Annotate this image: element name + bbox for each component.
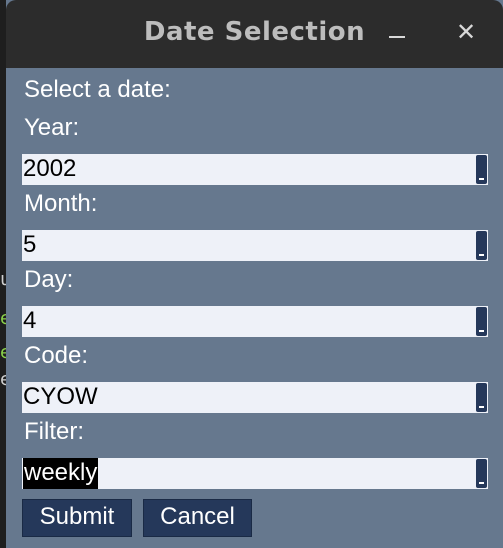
day-spinbox[interactable]: 4 (22, 306, 488, 337)
date-selection-dialog: Date Selection ✕ Select a date: Year: 20… (6, 0, 503, 548)
month-spinbox[interactable]: 5 (22, 230, 488, 261)
year-spin-button[interactable] (476, 155, 487, 184)
window-title: Date Selection (143, 17, 366, 47)
cancel-button[interactable]: Cancel (143, 499, 252, 537)
year-value[interactable]: 2002 (23, 154, 76, 185)
filter-label: Filter: (24, 418, 84, 445)
month-value[interactable]: 5 (23, 230, 36, 261)
filter-value[interactable]: weekly (23, 458, 99, 489)
close-button[interactable]: ✕ (454, 18, 478, 46)
spin-down-icon (479, 178, 484, 180)
code-label: Code: (24, 342, 89, 369)
year-label: Year: (24, 114, 80, 141)
code-spin-button[interactable] (476, 383, 487, 412)
spin-down-icon (479, 254, 484, 256)
spin-down-icon (479, 330, 484, 332)
title-bar[interactable]: Date Selection ✕ (6, 0, 503, 68)
submit-button[interactable]: Submit (22, 499, 132, 537)
select-date-prompt: Select a date: (24, 76, 171, 103)
spin-down-icon (479, 482, 484, 484)
filter-spinbox[interactable]: weekly (22, 458, 488, 489)
close-icon: ✕ (455, 18, 477, 46)
filter-spin-button[interactable] (476, 459, 487, 488)
code-value[interactable]: CYOW (23, 382, 98, 413)
day-spin-button[interactable] (476, 307, 487, 336)
month-spin-button[interactable] (476, 231, 487, 260)
day-value[interactable]: 4 (23, 306, 36, 337)
code-spinbox[interactable]: CYOW (22, 382, 488, 413)
minimize-button[interactable] (389, 36, 405, 38)
year-spinbox[interactable]: 2002 (22, 154, 488, 185)
spin-down-icon (479, 406, 484, 408)
month-label: Month: (24, 190, 98, 217)
day-label: Day: (24, 266, 74, 293)
